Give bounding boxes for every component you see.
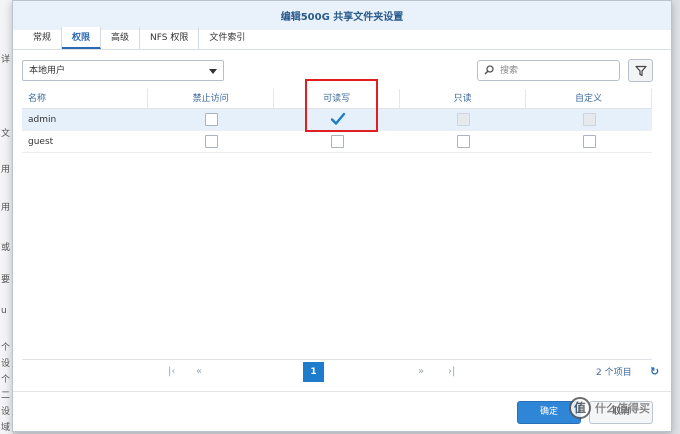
item-count: 2 个项目 (596, 368, 632, 378)
search-icon (484, 65, 494, 75)
bg-char: 个 (1, 343, 11, 353)
custom-checkbox[interactable] (582, 135, 596, 148)
shared-folder-settings-dialog: 编辑500G 共享文件夹设置 常规 权限 高级 NFS 权限 文件索引 本地用户… (12, 0, 672, 432)
tab-file-index[interactable]: 文件索引 (199, 27, 255, 49)
bg-char: u (1, 306, 7, 316)
bg-char: 要 (1, 275, 11, 285)
search-placeholder: 搜索 (500, 66, 519, 76)
tab-advanced[interactable]: 高级 (101, 27, 141, 49)
user-type-select-value: 本地用户 (29, 66, 66, 76)
bg-char: 二 (1, 391, 11, 401)
bg-char: 文 (1, 129, 11, 139)
bg-char: 详 (1, 55, 11, 65)
bg-char: 个 (1, 375, 11, 385)
watermark: 值 什么值得买 (569, 397, 650, 419)
column-header-deny[interactable]: 禁止访问 (148, 89, 275, 108)
tab-permissions[interactable]: 权限 (62, 27, 102, 49)
watermark-logo-icon: 值 (569, 397, 591, 419)
user-name: admin (28, 114, 57, 125)
watermark-text: 什么值得买 (595, 402, 650, 415)
first-page-icon[interactable]: |‹ (168, 366, 175, 377)
custom-checkbox (582, 113, 596, 126)
read-write-checkbox[interactable] (330, 135, 344, 148)
tab-divider (13, 49, 671, 50)
filter-icon (634, 65, 647, 76)
tab-bar: 常规 权限 高级 NFS 权限 文件索引 (23, 27, 255, 49)
refresh-icon[interactable]: ↻ (650, 365, 659, 378)
dialog-title: 编辑500G 共享文件夹设置 (280, 12, 404, 23)
bg-char: 或 (1, 243, 11, 253)
user-type-select[interactable]: 本地用户 (22, 60, 224, 81)
deny-checkbox[interactable] (204, 135, 218, 148)
dialog-titlebar[interactable]: 编辑500G 共享文件夹设置 (13, 1, 671, 30)
deny-checkbox[interactable] (204, 113, 218, 126)
bg-char: 设 (1, 407, 11, 417)
bg-char: 用 (1, 203, 11, 213)
tab-general[interactable]: 常规 (23, 27, 63, 49)
bg-char: 用 (1, 165, 11, 175)
pagination-bar: |‹ « 1 » ›| 2 个项目 ↻ (22, 359, 659, 383)
next-page-icon[interactable]: » (418, 366, 424, 377)
annotation-highlight-box (305, 79, 378, 132)
column-header-custom[interactable]: 自定义 (526, 89, 653, 108)
bg-char: 域 (1, 423, 11, 433)
column-header-read-only[interactable]: 只读 (400, 89, 527, 108)
search-input[interactable]: 搜索 (477, 60, 620, 81)
last-page-icon[interactable]: ›| (448, 366, 455, 377)
bg-char: 设 (1, 359, 11, 369)
tab-nfs-permissions[interactable]: NFS 权限 (140, 27, 200, 49)
footer-divider (13, 391, 671, 392)
previous-page-icon[interactable]: « (196, 366, 202, 377)
user-name: guest (28, 136, 54, 147)
current-page-number[interactable]: 1 (303, 362, 324, 382)
read-only-checkbox[interactable] (456, 135, 470, 148)
column-header-name[interactable]: 名称 (22, 89, 149, 108)
filter-button[interactable] (628, 59, 653, 82)
chevron-down-icon (209, 69, 217, 74)
read-only-checkbox (456, 113, 470, 126)
table-row[interactable]: guest (22, 131, 652, 153)
